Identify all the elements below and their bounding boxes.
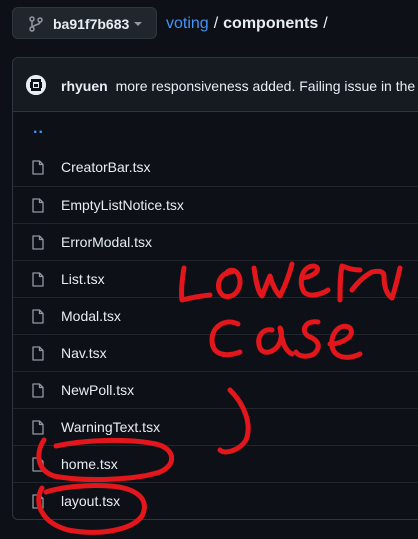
file-row[interactable]: List.tsx (13, 260, 418, 297)
breadcrumb-current-folder: components (223, 15, 319, 32)
breadcrumb-repo-link[interactable]: voting (166, 15, 209, 32)
file-name-link[interactable]: WarningText.tsx (61, 419, 160, 436)
file-row[interactable]: CreatorBar.tsx (13, 149, 418, 186)
branch-name: ba91f7b683 (53, 16, 130, 32)
file-list: .. CreatorBar.tsx EmptyListNotice.tsx Erro… (13, 112, 418, 519)
avatar[interactable] (26, 75, 46, 95)
file-icon (32, 494, 44, 509)
breadcrumb-separator: / (213, 15, 219, 32)
parent-directory-link[interactable]: .. (33, 120, 44, 138)
file-name-link[interactable]: List.tsx (61, 271, 105, 288)
breadcrumb: voting / components / (166, 14, 333, 34)
commit-author[interactable]: rhyuen (61, 78, 108, 94)
file-name-link[interactable]: home.tsx (61, 456, 118, 473)
file-name-link[interactable]: layout.tsx (61, 493, 120, 510)
file-icon (32, 272, 44, 287)
file-row[interactable]: EmptyListNotice.tsx (13, 186, 418, 223)
commit-summary: rhyuen more responsiveness added. Failin… (61, 77, 418, 95)
top-bar: ba91f7b683 voting / components / (0, 0, 418, 48)
parent-directory-row[interactable]: .. (13, 112, 418, 149)
file-name-link[interactable]: CreatorBar.tsx (61, 159, 150, 176)
git-branch-icon (29, 16, 43, 32)
file-row[interactable]: layout.tsx (13, 482, 418, 519)
file-list-box: rhyuen more responsiveness added. Failin… (12, 57, 418, 520)
file-name-link[interactable]: EmptyListNotice.tsx (61, 197, 184, 214)
file-name-link[interactable]: ErrorModal.tsx (61, 234, 152, 251)
file-icon (32, 309, 44, 324)
file-row[interactable]: NewPoll.tsx (13, 371, 418, 408)
file-row[interactable]: home.tsx (13, 445, 418, 482)
branch-selector-button[interactable]: ba91f7b683 (12, 7, 157, 39)
identicon-icon (26, 75, 46, 95)
file-icon (32, 346, 44, 361)
file-icon (32, 235, 44, 250)
file-name-link[interactable]: Nav.tsx (61, 345, 107, 362)
file-name-link[interactable]: NewPoll.tsx (61, 382, 134, 399)
chevron-down-icon (134, 22, 142, 26)
file-browser-page: ba91f7b683 voting / components / rhyuen … (0, 0, 418, 539)
breadcrumb-trailing-separator: / (323, 15, 328, 32)
file-icon (32, 420, 44, 435)
file-row[interactable]: ErrorModal.tsx (13, 223, 418, 260)
file-icon (32, 160, 44, 175)
commit-message[interactable]: more responsiveness added. Failing issue… (116, 78, 418, 94)
file-icon (32, 457, 44, 472)
file-icon (32, 383, 44, 398)
file-row[interactable]: Modal.tsx (13, 297, 418, 334)
latest-commit-bar: rhyuen more responsiveness added. Failin… (13, 58, 418, 112)
file-row[interactable]: Nav.tsx (13, 334, 418, 371)
file-row[interactable]: WarningText.tsx (13, 408, 418, 445)
file-name-link[interactable]: Modal.tsx (61, 308, 121, 325)
file-icon (32, 198, 44, 213)
